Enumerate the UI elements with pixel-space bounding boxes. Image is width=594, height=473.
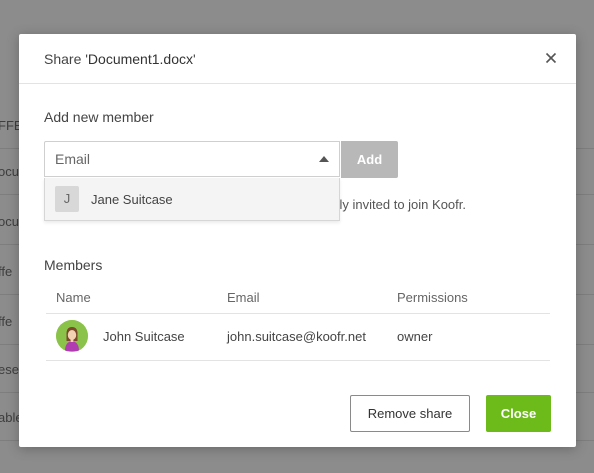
email-combobox[interactable] [44,141,340,177]
member-name: John Suitcase [103,329,185,344]
column-header-email: Email [227,290,260,305]
member-email: john.suitcase@koofr.net [227,329,366,344]
remove-share-button[interactable]: Remove share [350,395,470,432]
suggestion-dropdown: J Jane Suitcase [44,178,340,221]
bg-row-text: ocu [0,214,19,229]
initial-avatar: J [55,186,79,212]
bg-row-text: ese [0,362,19,377]
bg-row-text: ffe [0,314,13,329]
title-suffix: ' [192,51,196,67]
suggestion-item[interactable]: J Jane Suitcase [45,178,339,220]
column-header-permissions: Permissions [397,290,468,305]
title-prefix: Share ' [44,51,88,67]
dialog-title: Share 'Document1.docx' [44,51,196,67]
column-header-name: Name [56,290,91,305]
email-input[interactable] [55,142,305,176]
table-row: John Suitcase john.suitcase@koofr.net ow… [46,313,550,361]
document-name: Document1.docx [87,51,193,67]
close-button[interactable]: Close [486,395,551,432]
close-icon[interactable] [542,49,560,67]
bg-row-text: ocu [0,164,19,179]
members-heading: Members [44,257,103,273]
dialog-header: Share 'Document1.docx' [19,34,576,84]
caret-up-icon[interactable] [319,156,329,162]
add-member-heading: Add new member [44,109,154,125]
user-avatar-icon [56,320,88,352]
member-permission: owner [397,329,433,344]
bg-row-text: ffe [0,264,13,279]
share-dialog: Share 'Document1.docx' Add new member Ad… [19,34,576,447]
table-header: Name Email Permissions [46,282,550,314]
suggestion-name: Jane Suitcase [91,192,173,207]
add-button[interactable]: Add [341,141,398,178]
